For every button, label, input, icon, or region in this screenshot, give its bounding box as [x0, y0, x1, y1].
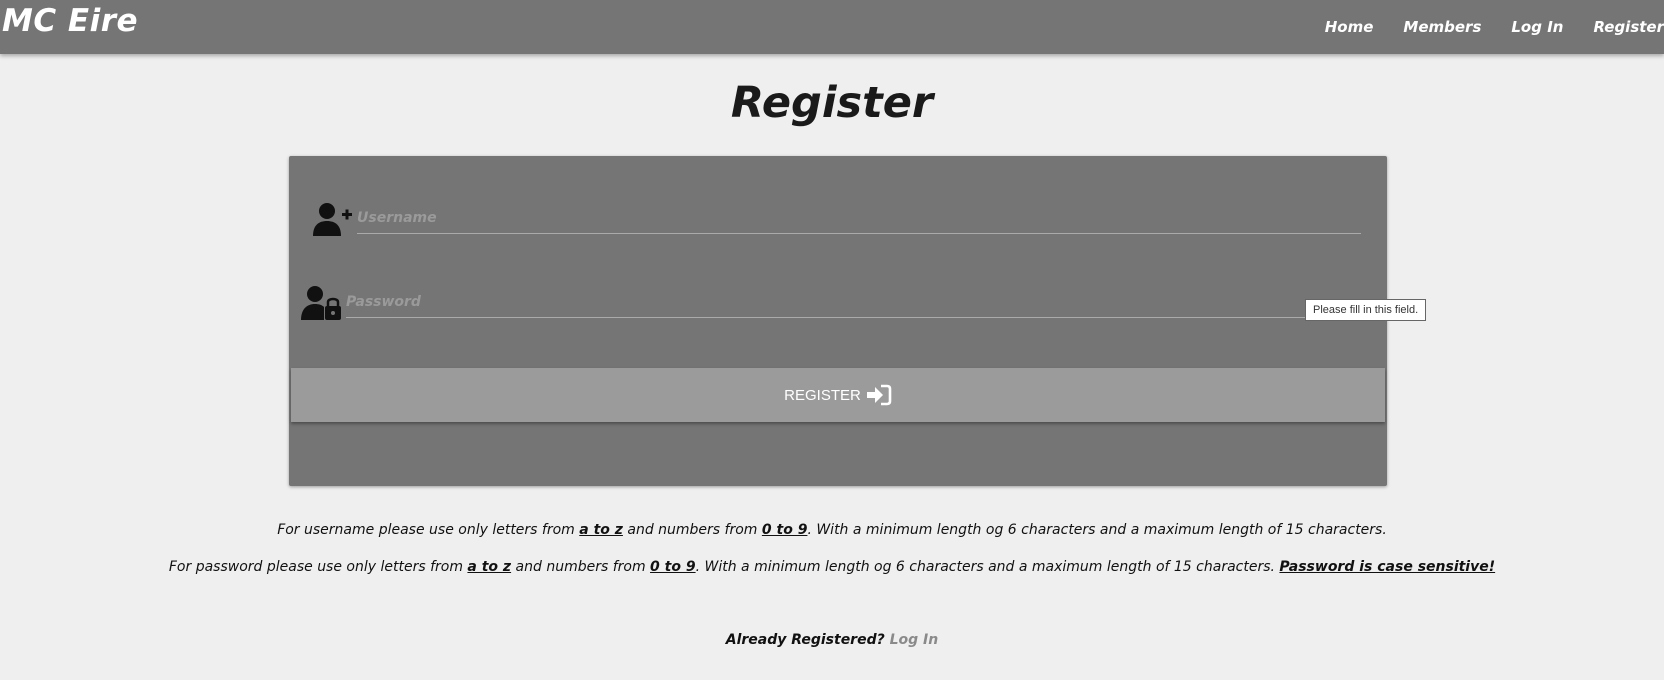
top-navbar: MC Eire Home Members Log In Register: [0, 0, 1664, 54]
username-rules-numbers: 0 to 9: [761, 522, 808, 538]
username-rules-text-1: For username please use only letters fro…: [277, 522, 580, 538]
validation-tooltip: Please fill in this field.: [1305, 299, 1427, 321]
already-registered-text: Already Registered?: [725, 632, 890, 648]
nav-home[interactable]: Home: [1325, 18, 1374, 36]
password-input[interactable]: [346, 287, 1361, 318]
nav-login[interactable]: Log In: [1511, 18, 1563, 36]
user-lock-icon: [301, 286, 341, 320]
username-rules-text-2: and numbers from: [622, 522, 762, 538]
already-registered: Already Registered? Log In: [0, 632, 1664, 648]
username-rules-text-3: . With a minimum length og 6 characters …: [807, 522, 1387, 538]
username-rules: For username please use only letters fro…: [0, 522, 1664, 538]
page-title: Register: [730, 78, 934, 128]
password-case-note: Password is case sensitive!: [1279, 559, 1496, 575]
username-rules-letters: a to z: [579, 522, 623, 538]
password-rules-text-3: . With a minimum length og 6 characters …: [695, 559, 1280, 575]
password-rules-letters: a to z: [467, 559, 512, 575]
password-rules-text-1: For password please use only letters fro…: [168, 559, 468, 575]
login-link[interactable]: Log In: [890, 632, 939, 648]
password-rules: For password please use only letters fro…: [0, 559, 1664, 575]
register-button[interactable]: REGISTER: [291, 368, 1385, 422]
nav-links: Home Members Log In Register: [1295, 0, 1664, 54]
password-rules-text-2: and numbers from: [511, 559, 651, 575]
register-button-label: REGISTER: [784, 386, 861, 404]
username-input[interactable]: [357, 203, 1361, 234]
sign-in-icon: [866, 384, 892, 406]
nav-register[interactable]: Register: [1593, 18, 1664, 36]
password-rules-numbers: 0 to 9: [650, 559, 696, 575]
brand-logo[interactable]: MC Eire: [2, 3, 138, 39]
user-plus-icon: [313, 203, 352, 236]
nav-members[interactable]: Members: [1403, 18, 1481, 36]
